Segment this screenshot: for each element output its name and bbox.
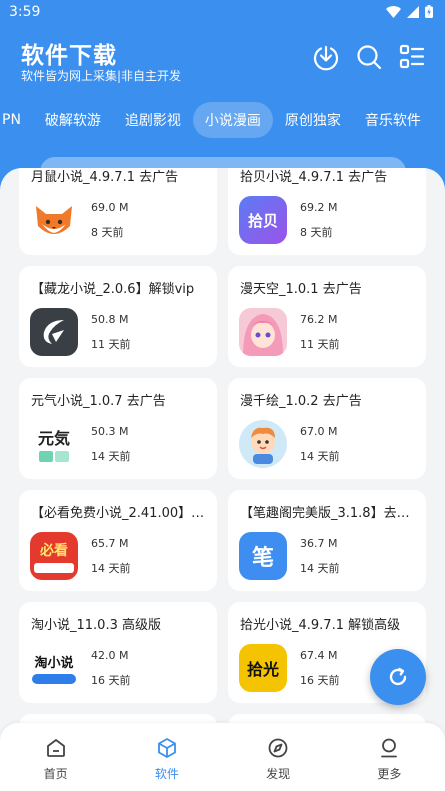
app-size: 76.2 M: [300, 313, 338, 326]
app-card[interactable]: 拾贝小说_4.9.7.1 去广告 拾贝 69.2 M 8 天前: [228, 168, 426, 255]
wifi-icon: [386, 5, 401, 18]
bottom-navigation: 首页 软件 发现 更多: [0, 723, 445, 791]
tab-original[interactable]: 原创独家: [273, 102, 353, 138]
app-card[interactable]: 漫千绘_1.0.2 去广告 67.0 M 14 天前: [228, 378, 426, 479]
page-subtitle: 软件皆为网上采集|非自主开发: [21, 69, 182, 83]
list-menu-icon: [399, 44, 425, 69]
nav-label: 发现: [266, 767, 291, 781]
app-title: 【藏龙小说_2.0.6】解锁vip: [31, 282, 195, 297]
icon-text: 笔: [251, 546, 274, 571]
app-title: 月鼠小说_4.9.7.1 去广告: [31, 170, 179, 185]
taoxiaoshuo-icon: 淘小说: [30, 644, 78, 692]
app-card[interactable]: 淘小说_11.0.3 高级版 淘小说 42.0 M 16 天前: [19, 602, 217, 703]
app-updated: 11 天前: [300, 338, 340, 351]
app-card[interactable]: 漫天空_1.0.1 去广告 76.2 M 11 天前: [228, 266, 426, 367]
app-title: 【必看免费小说_2.41.00】去广告: [31, 506, 209, 521]
app-title: 漫千绘_1.0.2 去广告: [240, 394, 362, 409]
app-size: 50.3 M: [91, 425, 129, 438]
app-title: 【笔趣阁完美版_3.1.8】去广告: [240, 506, 418, 521]
app-card[interactable]: 【笔趣阁完美版_3.1.8】去广告 笔 36.7 M 14 天前: [228, 490, 426, 591]
app-title: 漫天空_1.0.1 去广告: [240, 282, 362, 297]
nav-label: 更多: [377, 767, 402, 781]
app-updated: 16 天前: [300, 674, 340, 687]
app-updated: 14 天前: [300, 450, 340, 463]
tab-more-partial[interactable]: 会: [433, 102, 445, 138]
app-size: 67.0 M: [300, 425, 338, 438]
compass-icon: [268, 738, 288, 758]
app-grid: 月鼠小说_4.9.7.1 去广告 69.0 M 8 天前 拾贝小说_4.9.7.…: [19, 168, 426, 791]
icon-text: 淘小说: [34, 656, 74, 671]
download-button[interactable]: [311, 42, 341, 72]
search-icon: [357, 45, 382, 70]
yuanqi-icon: 元気: [30, 420, 78, 468]
icon-text: 拾贝: [247, 211, 278, 230]
download-icon: [313, 45, 339, 71]
app-title: 拾贝小说_4.9.7.1 去广告: [240, 170, 388, 185]
tab-crack-games[interactable]: 破解软游: [33, 102, 113, 138]
app-updated: 14 天前: [91, 562, 131, 575]
app-size: 50.8 M: [91, 313, 129, 326]
app-size: 67.4 M: [300, 649, 338, 662]
tab-video[interactable]: 追剧影视: [113, 102, 193, 138]
app-title: 元气小说_1.0.7 去广告: [31, 394, 166, 409]
taoxiaoshuo-icon-strip: [32, 674, 76, 684]
nav-more[interactable]: 更多: [334, 723, 445, 791]
refresh-button[interactable]: [370, 649, 426, 705]
cartoon-boy-icon: [239, 420, 287, 468]
app-card[interactable]: 元气小说_1.0.7 去广告 元気 50.3 M 14 天前: [19, 378, 217, 479]
nav-home[interactable]: 首页: [0, 723, 111, 791]
canglong-icon: [30, 308, 78, 356]
category-tabs: PN 破解软游 追剧影视 小说漫画 原创独家 音乐软件 会: [0, 102, 445, 138]
fox-icon: [30, 196, 78, 244]
shibei-icon: 拾贝: [239, 196, 287, 244]
app-updated: 14 天前: [300, 562, 340, 575]
app-updated: 8 天前: [300, 226, 333, 239]
search-button[interactable]: [354, 42, 384, 72]
home-icon: [46, 739, 65, 757]
app-updated: 11 天前: [91, 338, 131, 351]
app-card[interactable]: 【必看免费小说_2.41.00】去广告 必看 65.7 M 14 天前: [19, 490, 217, 591]
nav-discover[interactable]: 发现: [223, 723, 334, 791]
app-card[interactable]: 【藏龙小说_2.0.6】解锁vip 50.8 M 11 天前: [19, 266, 217, 367]
app-size: 69.2 M: [300, 201, 338, 214]
app-updated: 14 天前: [91, 450, 131, 463]
software-cube-icon: [157, 738, 176, 758]
app-updated: 8 天前: [91, 226, 124, 239]
nav-software[interactable]: 软件: [111, 723, 222, 791]
more-person-icon: [381, 738, 398, 758]
bikan-icon: 必看: [30, 532, 78, 580]
app-size: 65.7 M: [91, 537, 129, 550]
status-bar: 3:59: [0, 0, 445, 26]
app-size: 36.7 M: [300, 537, 338, 550]
tab-novels-comics[interactable]: 小说漫画: [192, 102, 273, 138]
app-updated: 16 天前: [91, 674, 131, 687]
battery-icon: [425, 5, 433, 18]
biquge-icon: 笔: [239, 532, 287, 580]
app-size: 69.0 M: [91, 201, 129, 214]
anime-girl-icon: [239, 308, 287, 356]
status-time: 3:59: [9, 4, 41, 20]
icon-text: 必看: [40, 542, 68, 559]
app-size: 42.0 M: [91, 649, 129, 662]
tab-pn[interactable]: PN: [0, 104, 33, 136]
app-card[interactable]: 月鼠小说_4.9.7.1 去广告 69.0 M 8 天前: [19, 168, 217, 255]
shiguang-icon: 拾光: [239, 644, 287, 692]
app-title: 拾光小说_4.9.7.1 解锁高级: [240, 618, 401, 633]
icon-text: 拾光: [246, 660, 279, 679]
icon-text: 元気: [37, 429, 70, 448]
tab-music[interactable]: 音乐软件: [353, 102, 433, 138]
status-icons: [386, 5, 433, 18]
app-title: 淘小说_11.0.3 高级版: [31, 618, 161, 633]
refresh-icon: [389, 667, 407, 686]
bikan-icon-strip: [34, 562, 74, 573]
nav-label: 首页: [43, 767, 68, 781]
signal-icon: [407, 5, 419, 18]
page-title: 软件下载: [21, 43, 117, 69]
category-menu-button[interactable]: [397, 42, 427, 72]
nav-label: 软件: [154, 767, 179, 781]
